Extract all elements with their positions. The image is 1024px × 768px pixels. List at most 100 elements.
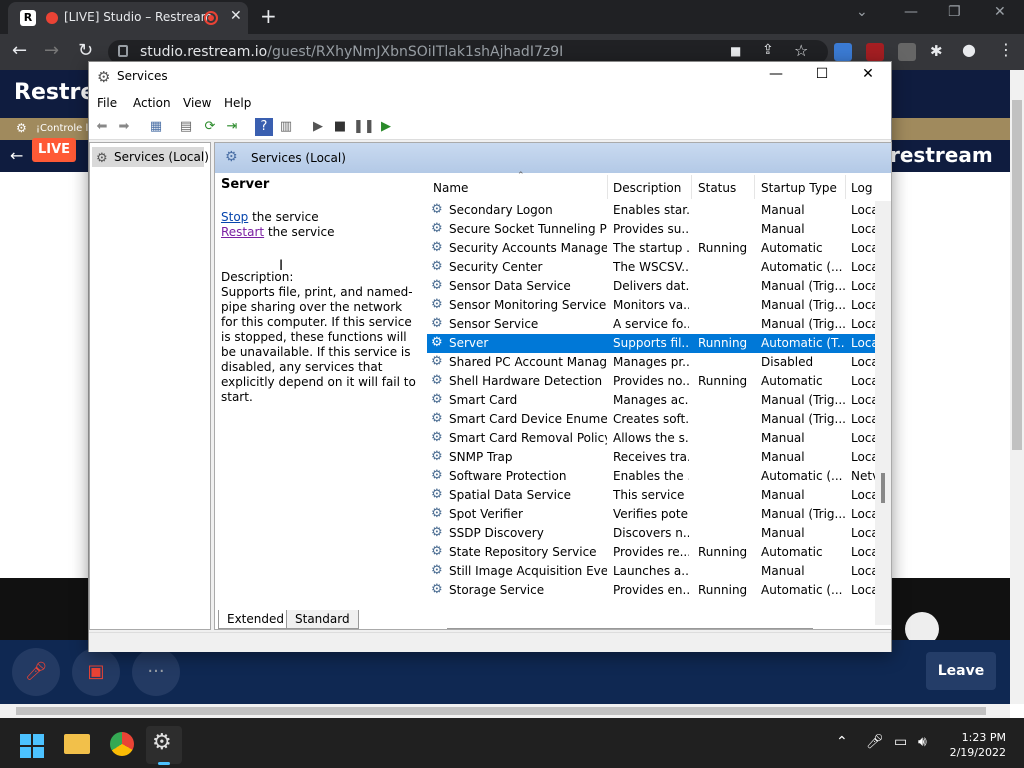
table-row[interactable]: ⚙ Software Protection Enables the ... Autom… [427, 467, 877, 486]
table-cell: Monitors va... [613, 298, 689, 312]
table-row[interactable]: ⚙ Secure Socket Tunneling Pr... Provides s… [427, 220, 877, 239]
file-explorer-icon[interactable] [64, 734, 90, 754]
share-icon[interactable]: ⇪ [762, 42, 774, 58]
show-hide-console-tree-icon[interactable]: ▦ [147, 118, 165, 136]
table-row[interactable]: ⚙ Shared PC Account Manager Manages pr... D… [427, 353, 877, 372]
menu-file[interactable]: File [97, 96, 117, 110]
table-row[interactable]: ⚙ Secondary Logon Enables star... Manual Loc… [427, 201, 877, 220]
new-tab-button[interactable]: + [260, 4, 277, 28]
maximize-icon[interactable]: ☐ [799, 66, 845, 82]
table-row[interactable]: ⚙ Spatial Data Service This service ... Man… [427, 486, 877, 505]
table-row[interactable]: ⚙ Server Supports fil... Running Automatic (… [427, 334, 877, 353]
table-row[interactable]: ⚙ Sensor Service A service fo... Manual (Tr… [427, 315, 877, 334]
help-icon[interactable]: ? [255, 118, 273, 136]
description-label: Description: [221, 270, 294, 284]
table-row[interactable]: ⚙ Security Center The WSCSV... Automatic (.… [427, 258, 877, 277]
table-row[interactable]: ⚙ Smart Card Device Enumera... Creates sof… [427, 410, 877, 429]
column-divider[interactable] [754, 175, 755, 199]
chevron-up-icon[interactable]: ⌃ [836, 734, 848, 750]
table-cell: Manual (Trig... [761, 298, 845, 312]
menu-action[interactable]: Action [133, 96, 171, 110]
tab-search-icon[interactable]: ⌄ [856, 4, 868, 20]
start-service-icon[interactable]: ▶ [309, 118, 327, 136]
export-list-icon[interactable]: ⇥ [223, 118, 241, 136]
profile-icon[interactable]: ● [962, 40, 976, 59]
table-row[interactable]: ⚙ Shell Hardware Detection Provides no... R… [427, 372, 877, 391]
tab-extended[interactable]: Extended [218, 610, 293, 629]
page-scroll-thumb[interactable] [1012, 100, 1022, 450]
stop-service-link[interactable]: Stop [221, 210, 248, 224]
microphone-icon[interactable]: 🎤︎ [866, 734, 884, 750]
table-row[interactable]: ⚙ Security Accounts Manager The startup ..… [427, 239, 877, 258]
properties-icon[interactable]: ▤ [177, 118, 195, 136]
column-header-startup-type[interactable]: Startup Type [761, 181, 837, 195]
network-icon[interactable]: ▭ [894, 734, 907, 750]
table-cell: Verifies pote... [613, 507, 689, 521]
table-row[interactable]: ⚙ SNMP Trap Receives tra... Manual Loca [427, 448, 877, 467]
restore-icon[interactable]: ❐ [948, 4, 961, 20]
table-cell: Loca [851, 203, 877, 217]
browser-tab[interactable]: R [LIVE] Studio – Restream ✕ [8, 2, 248, 34]
ublock-extension-icon[interactable] [866, 43, 884, 61]
table-cell: Security Accounts Manager [449, 241, 607, 255]
table-row[interactable]: ⚙ SSDP Discovery Discovers n... Manual Loca [427, 524, 877, 543]
table-row[interactable]: ⚙ Storage Service Provides en... Running Aut… [427, 581, 877, 600]
close-window-icon[interactable]: ✕ [994, 4, 1006, 20]
table-cell: Disabled [761, 355, 814, 369]
mute-mic-button[interactable]: 🎤︎ [12, 648, 60, 696]
reload-icon[interactable]: ↻ [78, 40, 93, 61]
tab-standard[interactable]: Standard [286, 610, 359, 629]
taskbar-clock[interactable]: 1:23 PM 2/19/2022 [948, 730, 1006, 760]
table-row[interactable]: ⚙ Smart Card Removal Policy Allows the s..… [427, 429, 877, 448]
back-icon[interactable]: ← [12, 40, 27, 61]
column-divider[interactable] [607, 175, 608, 199]
restart-service-link[interactable]: Restart [221, 225, 264, 239]
close-icon[interactable]: ✕ [845, 66, 891, 82]
extensions-puzzle-icon[interactable]: ✱ [930, 42, 943, 60]
table-row[interactable]: ⚙ Sensor Monitoring Service Monitors va...… [427, 296, 877, 315]
forward-icon[interactable]: ➡ [115, 118, 133, 136]
list-vscroll-thumb[interactable] [881, 473, 885, 503]
back-arrow-icon[interactable]: ← [10, 146, 23, 165]
more-options-button[interactable]: ··· [132, 648, 180, 696]
table-row[interactable]: ⚙ Still Image Acquisition Events Launches … [427, 562, 877, 581]
restart-service-icon[interactable]: ▶︎ [377, 118, 395, 136]
forward-icon[interactable]: → [44, 40, 59, 61]
column-divider[interactable] [845, 175, 846, 199]
table-row[interactable]: ⚙ Sensor Data Service Delivers dat... Manua… [427, 277, 877, 296]
menu-help[interactable]: Help [224, 96, 251, 110]
table-cell: Sensor Service [449, 317, 539, 331]
windows-start-icon[interactable] [20, 734, 44, 758]
extension-icon[interactable] [834, 43, 852, 61]
page-hscroll-thumb[interactable] [16, 707, 986, 715]
column-header-log-on-as[interactable]: Log [851, 181, 872, 195]
leave-button[interactable]: Leave [926, 652, 996, 690]
services-gear-icon: ⚙ [225, 149, 238, 165]
pause-service-icon[interactable]: ❚❚ [353, 118, 375, 136]
table-row[interactable]: ⚙ Spot Verifier Verifies pote... Manual (Tr… [427, 505, 877, 524]
column-header-description[interactable]: Description [613, 181, 681, 195]
minimize-icon[interactable]: — [904, 4, 918, 20]
chrome-icon[interactable] [110, 732, 134, 756]
table-row[interactable]: ⚙ State Repository Service Provides re... R… [427, 543, 877, 562]
table-cell: Smart Card [449, 393, 518, 407]
refresh-icon[interactable]: ⟳ [201, 118, 219, 136]
close-tab-icon[interactable]: ✕ [230, 8, 242, 24]
menu-view[interactable]: View [183, 96, 211, 110]
browser-menu-icon[interactable]: ⋮ [998, 40, 1014, 59]
camera-off-button[interactable]: ▣ [72, 648, 120, 696]
tree-item-services-local[interactable]: ⚙ Services (Local) [92, 147, 209, 167]
table-row[interactable]: ⚙ Smart Card Manages ac... Manual (Trig... L… [427, 391, 877, 410]
camera-icon[interactable]: ■ [730, 44, 741, 58]
column-header-status[interactable]: Status [698, 181, 736, 195]
column-divider[interactable] [691, 175, 692, 199]
list-vertical-scrollbar[interactable] [875, 201, 891, 625]
volume-icon[interactable]: 🔊︎ [918, 734, 927, 750]
stop-service-icon[interactable]: ■ [331, 118, 349, 136]
column-header-name[interactable]: Name [433, 181, 468, 195]
extension-icon[interactable] [898, 43, 916, 61]
back-icon[interactable]: ⬅ [93, 118, 111, 136]
minimize-icon[interactable]: — [753, 66, 799, 82]
action-pane-icon[interactable]: ▥ [277, 118, 295, 136]
bookmark-star-icon[interactable]: ☆ [794, 41, 808, 60]
